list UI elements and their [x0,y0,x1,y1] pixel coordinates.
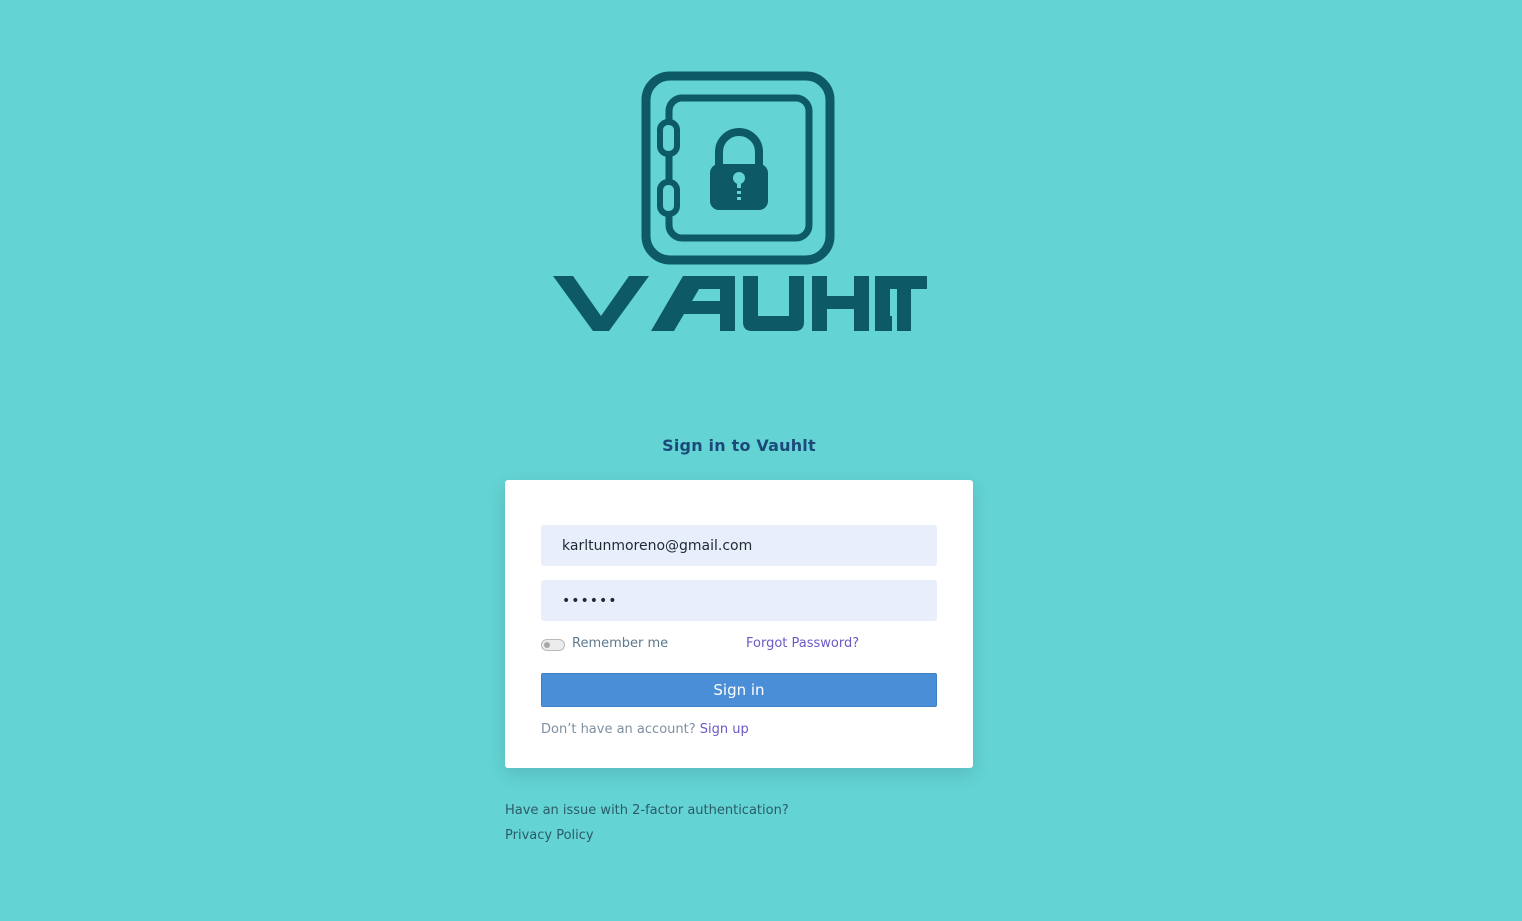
remember-me-toggle[interactable] [541,639,565,651]
remember-me-label[interactable]: Remember me [572,636,668,651]
email-field[interactable] [541,525,937,566]
password-field[interactable] [541,580,937,621]
signin-heading: Sign in to Vauhlt [662,436,816,455]
signin-card: Remember me Forgot Password? Sign in Don… [505,480,973,768]
vault-lock-icon [553,71,927,331]
toggle-knob [544,642,550,648]
login-page: Sign in to Vauhlt Remember me Forgot Pas… [0,0,1522,921]
privacy-policy-link[interactable]: Privacy Policy [505,823,789,848]
sign-up-link[interactable]: Sign up [700,722,749,737]
signin-options-row: Remember me Forgot Password? [541,635,937,655]
brand-logo [553,70,927,334]
forgot-password-link[interactable]: Forgot Password? [746,636,859,651]
two-factor-help-link[interactable]: Have an issue with 2-factor authenticati… [505,798,789,823]
footer-links: Have an issue with 2-factor authenticati… [505,798,789,848]
sign-in-button[interactable]: Sign in [541,673,937,707]
no-account-text: Don’t have an account? [541,722,696,737]
signup-prompt: Don’t have an account? Sign up [541,722,749,737]
